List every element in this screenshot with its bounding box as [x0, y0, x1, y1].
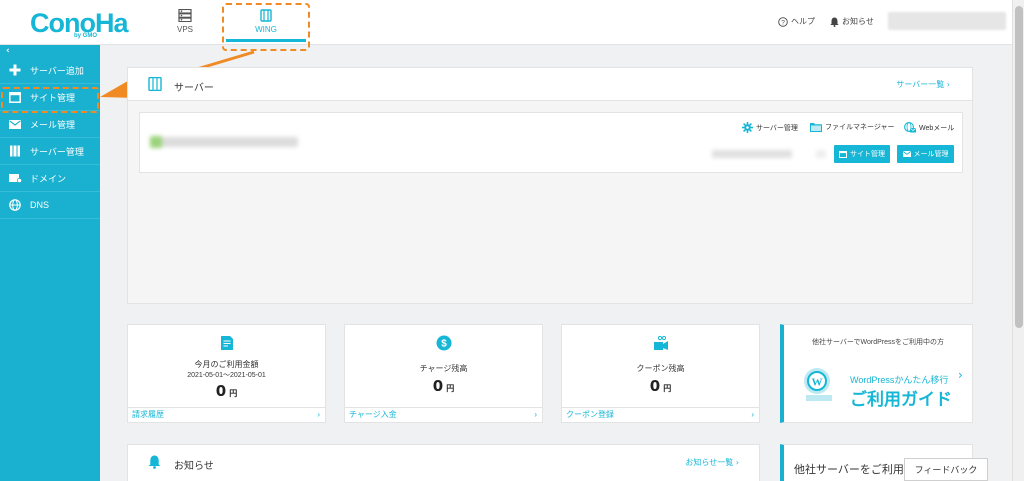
coupon-value: 0円 [562, 377, 759, 395]
dollar-coin-icon: $ [436, 335, 451, 351]
chevron-right-icon[interactable]: › [958, 368, 963, 382]
news-card: お知らせ お知らせ一覧 › [127, 444, 760, 481]
coupon-icon [653, 335, 668, 350]
billing-value: 0円 [128, 382, 325, 400]
coupon-register-label: クーポン登録 [566, 410, 614, 419]
coupon-label: クーポン残高 [636, 364, 685, 373]
sidebar-item-label: サーバー管理 [30, 146, 84, 157]
charge-deposit-link[interactable]: チャージ入金 › [345, 407, 542, 422]
charge-unit: 円 [446, 384, 455, 393]
server-manage-tool[interactable]: サーバー管理 [742, 122, 798, 133]
coupon-card: クーポン残高 0円 クーポン登録 › [561, 324, 760, 423]
news-title: お知らせ [174, 461, 214, 472]
question-icon: ? [778, 16, 788, 27]
news-list-link[interactable]: お知らせ一覧 › [685, 457, 739, 468]
bell-icon [148, 455, 161, 469]
invoice-icon [220, 336, 233, 350]
server-card-title: サーバー [174, 83, 214, 94]
sidebar-item-server-manage[interactable]: サーバー管理 [0, 138, 100, 165]
sidebar-item-label: DNS [30, 200, 50, 210]
billing-history-link[interactable]: 請求履歴 › [128, 407, 325, 422]
charge-amount: 0 [432, 377, 444, 395]
globe-icon [8, 199, 22, 211]
bell-icon [830, 17, 839, 27]
coupon-register-link[interactable]: クーポン登録 › [562, 407, 759, 422]
help-link[interactable]: ? ヘルプ [778, 16, 815, 27]
scrollbar-thumb[interactable] [1015, 6, 1023, 328]
webmail-label: Webメール [919, 124, 955, 132]
status-dot [150, 136, 162, 148]
account-menu[interactable] [888, 12, 1006, 30]
sidebar-item-label: ドメイン [30, 173, 67, 184]
sidebar-item-dns[interactable]: DNS [0, 192, 100, 219]
site-manage-button-label: サイト管理 [850, 151, 885, 158]
server-icon [8, 145, 22, 157]
charge-card: $ チャージ残高 0円 チャージ入金 › [344, 324, 543, 423]
folder-icon [810, 123, 822, 132]
site-manage-button[interactable]: サイト管理 [834, 145, 890, 163]
svg-text:W: W [812, 377, 823, 389]
billing-history-label: 請求履歴 [132, 410, 164, 419]
billing-label: 今月のご利用金額 [194, 360, 259, 369]
wordpress-icon: W [804, 368, 832, 401]
file-manager-label: ファイルマネージャー [825, 124, 895, 131]
svg-text:?: ? [781, 19, 785, 26]
notice-link[interactable]: お知らせ [830, 16, 874, 27]
charge-deposit-label: チャージ入金 [349, 410, 397, 419]
chevron-right-icon: › [751, 410, 754, 419]
svg-text:$: $ [441, 339, 447, 350]
chevron-right-icon: › [317, 410, 320, 419]
gear-icon [742, 122, 753, 133]
server-list-link[interactable]: サーバー一覧 › [896, 79, 950, 90]
file-manager-tool[interactable]: ファイルマネージャー [810, 122, 895, 132]
notice-label: お知らせ [842, 17, 874, 26]
webmail-tool[interactable]: Webメール [904, 122, 954, 133]
webmail-icon [904, 122, 916, 133]
billing-amount: 0 [215, 382, 227, 400]
server-name-redacted[interactable] [150, 136, 298, 148]
mail-icon [902, 151, 911, 157]
server-extra-redacted [816, 150, 826, 158]
domain-icon [8, 172, 22, 184]
promo2-text: 他社サーバーをご利用 [794, 464, 904, 476]
charge-label: チャージ残高 [419, 364, 468, 373]
page-scrollbar[interactable] [1012, 0, 1024, 481]
server-card-header: サーバー サーバー一覧 › [128, 68, 972, 101]
server-manage-label: サーバー管理 [756, 124, 798, 132]
sidebar-item-domain[interactable]: ドメイン [0, 165, 100, 192]
charge-value: 0円 [345, 377, 542, 395]
wordpress-migration-banner[interactable]: 他社サーバーでWordPressをご利用中の方 W WordPressかんたん移… [780, 324, 973, 423]
chevron-right-icon: › [534, 410, 537, 419]
server-icon [148, 77, 162, 91]
promo-top-text: 他社サーバーでWordPressをご利用中の方 [811, 339, 944, 346]
billing-unit: 円 [229, 389, 238, 398]
billing-card: 今月のご利用金額 2021-05-01〜2021-05-01 0円 請求履歴 › [127, 324, 326, 423]
coupon-amount: 0 [649, 377, 661, 395]
server-card: サーバー サーバー一覧 › サーバー管理 ファイルマネージャー Webメール サ… [127, 67, 973, 304]
mail-manage-button[interactable]: メール管理 [897, 145, 954, 163]
help-label: ヘルプ [791, 17, 815, 26]
window-icon [839, 150, 847, 158]
coupon-unit: 円 [663, 384, 672, 393]
billing-date-range: 2021-05-01〜2021-05-01 [187, 372, 266, 379]
promo-line2: ご利用ガイド [850, 390, 952, 409]
server-row: サーバー管理 ファイルマネージャー Webメール サイト管理 メール管理 [139, 112, 963, 173]
feedback-button[interactable]: フィードバック [904, 458, 988, 481]
mail-manage-button-label: メール管理 [913, 151, 949, 158]
server-plan-redacted [712, 150, 792, 158]
